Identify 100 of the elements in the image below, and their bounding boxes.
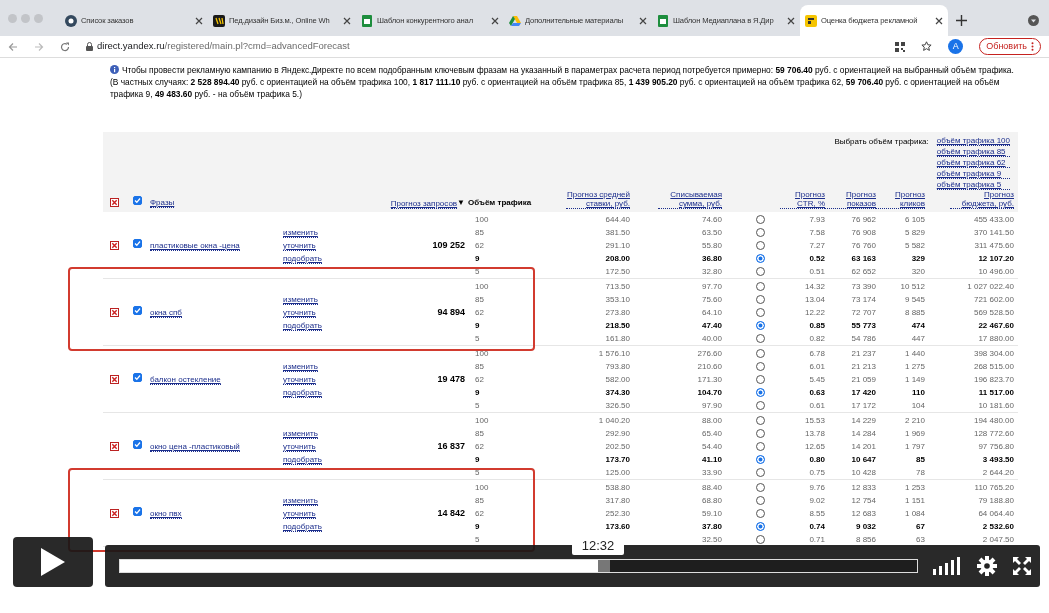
radio-button[interactable]: [756, 483, 765, 492]
delete-icon[interactable]: [109, 240, 119, 250]
column-header[interactable]: Прогноз средней ставки, руб.: [566, 190, 630, 209]
column-header[interactable]: Фразы: [150, 198, 175, 208]
column-header[interactable]: Прогноз CTR, %: [780, 190, 825, 209]
table-cell: 292.90: [605, 428, 630, 438]
radio-button[interactable]: [756, 254, 765, 263]
action-link[interactable]: изменить: [283, 361, 318, 372]
traffic-link[interactable]: объём трафика 5: [936, 180, 1010, 190]
action-link[interactable]: изменить: [283, 294, 318, 305]
radio-button[interactable]: [756, 468, 765, 477]
action-link[interactable]: уточнить: [283, 508, 316, 519]
close-icon[interactable]: [343, 16, 351, 25]
delete-icon[interactable]: [109, 508, 119, 518]
star-icon[interactable]: [921, 41, 933, 52]
radio-button[interactable]: [756, 334, 765, 343]
radio-button[interactable]: [756, 509, 765, 518]
settings-icon[interactable]: [977, 556, 997, 576]
action-link[interactable]: уточнить: [283, 240, 316, 251]
avatar[interactable]: A: [948, 39, 964, 54]
back-icon[interactable]: [8, 41, 18, 52]
table-cell: 538.80: [605, 482, 630, 492]
delete-icon[interactable]: [109, 307, 119, 317]
column-header[interactable]: Списываемая сумма, руб.: [658, 190, 722, 209]
action-link[interactable]: изменить: [283, 495, 318, 506]
address-field[interactable]: direct.yandex.ru/registered/main.pl?cmd=advancedForecast: [86, 39, 880, 54]
action-link[interactable]: уточнить: [283, 374, 316, 385]
traffic-link[interactable]: объём трафика 9: [936, 169, 1010, 179]
volume-icon[interactable]: [933, 557, 961, 575]
radio-button[interactable]: [756, 401, 765, 410]
table-cell: 455 433.00: [973, 214, 1014, 224]
checkbox[interactable]: [133, 239, 142, 248]
phrase-link[interactable]: балкон остекление: [150, 374, 221, 385]
column-header[interactable]: Прогноз показов: [825, 190, 876, 209]
radio-button[interactable]: [756, 375, 765, 384]
radio-button[interactable]: [756, 535, 765, 544]
radio-button[interactable]: [756, 416, 765, 425]
radio-button[interactable]: [756, 429, 765, 438]
phrase-link[interactable]: окно цена -пластиковый: [150, 441, 240, 452]
action-link[interactable]: изменить: [283, 428, 318, 439]
close-icon[interactable]: [935, 16, 943, 25]
radio-button[interactable]: [756, 267, 765, 276]
column-header[interactable]: Прогноз запросов: [390, 199, 458, 209]
action-link[interactable]: подобрать: [283, 454, 322, 465]
table-cell: 353.10: [605, 294, 630, 304]
radio-button[interactable]: [756, 308, 765, 317]
action-link[interactable]: подобрать: [283, 387, 322, 398]
table-cell: 9: [475, 253, 480, 263]
phrase-link[interactable]: пластиковые окна -цена: [150, 240, 240, 251]
checkbox[interactable]: [133, 306, 142, 315]
reload-icon[interactable]: [60, 41, 70, 52]
drive-icon: [509, 14, 521, 27]
checkbox[interactable]: [133, 373, 142, 382]
close-icon[interactable]: [639, 16, 647, 25]
radio-button[interactable]: [756, 241, 765, 250]
traffic-link[interactable]: объём трафика 85: [936, 147, 1010, 157]
delete-icon[interactable]: [109, 198, 119, 208]
radio-button[interactable]: [756, 496, 765, 505]
close-icon[interactable]: [787, 16, 795, 25]
fullscreen-icon[interactable]: [1013, 557, 1031, 575]
action-link[interactable]: подобрать: [283, 521, 322, 532]
traffic-link[interactable]: объём трафика 62: [936, 158, 1010, 168]
update-button[interactable]: Обновить: [979, 37, 1041, 56]
delete-icon[interactable]: [109, 441, 119, 451]
progress-handle[interactable]: [598, 560, 611, 572]
qr-code-icon[interactable]: [895, 41, 906, 52]
action-link[interactable]: изменить: [283, 227, 318, 238]
table-cell: 1 149: [904, 374, 925, 384]
radio-button[interactable]: [756, 362, 765, 371]
checkbox[interactable]: [133, 507, 142, 516]
checkbox[interactable]: [133, 440, 142, 449]
action-link[interactable]: уточнить: [283, 307, 316, 318]
column-header[interactable]: Прогноз кликов: [876, 190, 925, 209]
action-link[interactable]: подобрать: [283, 253, 322, 264]
close-icon[interactable]: [195, 16, 203, 25]
phrase-link[interactable]: окно пвх: [150, 508, 182, 519]
play-button[interactable]: [13, 537, 93, 587]
delete-icon[interactable]: [109, 374, 119, 384]
column-header[interactable]: Прогноз бюджета, руб.: [950, 190, 1014, 209]
radio-button[interactable]: [756, 228, 765, 237]
phrase-link[interactable]: окна спб: [150, 307, 182, 318]
radio-button[interactable]: [756, 349, 765, 358]
checkbox[interactable]: [133, 196, 142, 205]
table-cell: 317.80: [605, 495, 630, 505]
radio-button[interactable]: [756, 321, 765, 330]
radio-button[interactable]: [756, 388, 765, 397]
action-link[interactable]: уточнить: [283, 441, 316, 452]
new-tab-icon[interactable]: [956, 15, 967, 26]
table-cell: 75.60: [701, 294, 722, 304]
radio-button[interactable]: [756, 215, 765, 224]
radio-button[interactable]: [756, 295, 765, 304]
close-icon[interactable]: [491, 16, 499, 25]
radio-button[interactable]: [756, 455, 765, 464]
radio-button[interactable]: [756, 522, 765, 531]
profile-menu-icon[interactable]: [1028, 15, 1039, 26]
radio-button[interactable]: [756, 442, 765, 451]
action-link[interactable]: подобрать: [283, 320, 322, 331]
progress-bar[interactable]: [120, 560, 917, 572]
traffic-link[interactable]: объём трафика 100: [936, 136, 1010, 146]
radio-button[interactable]: [756, 282, 765, 291]
